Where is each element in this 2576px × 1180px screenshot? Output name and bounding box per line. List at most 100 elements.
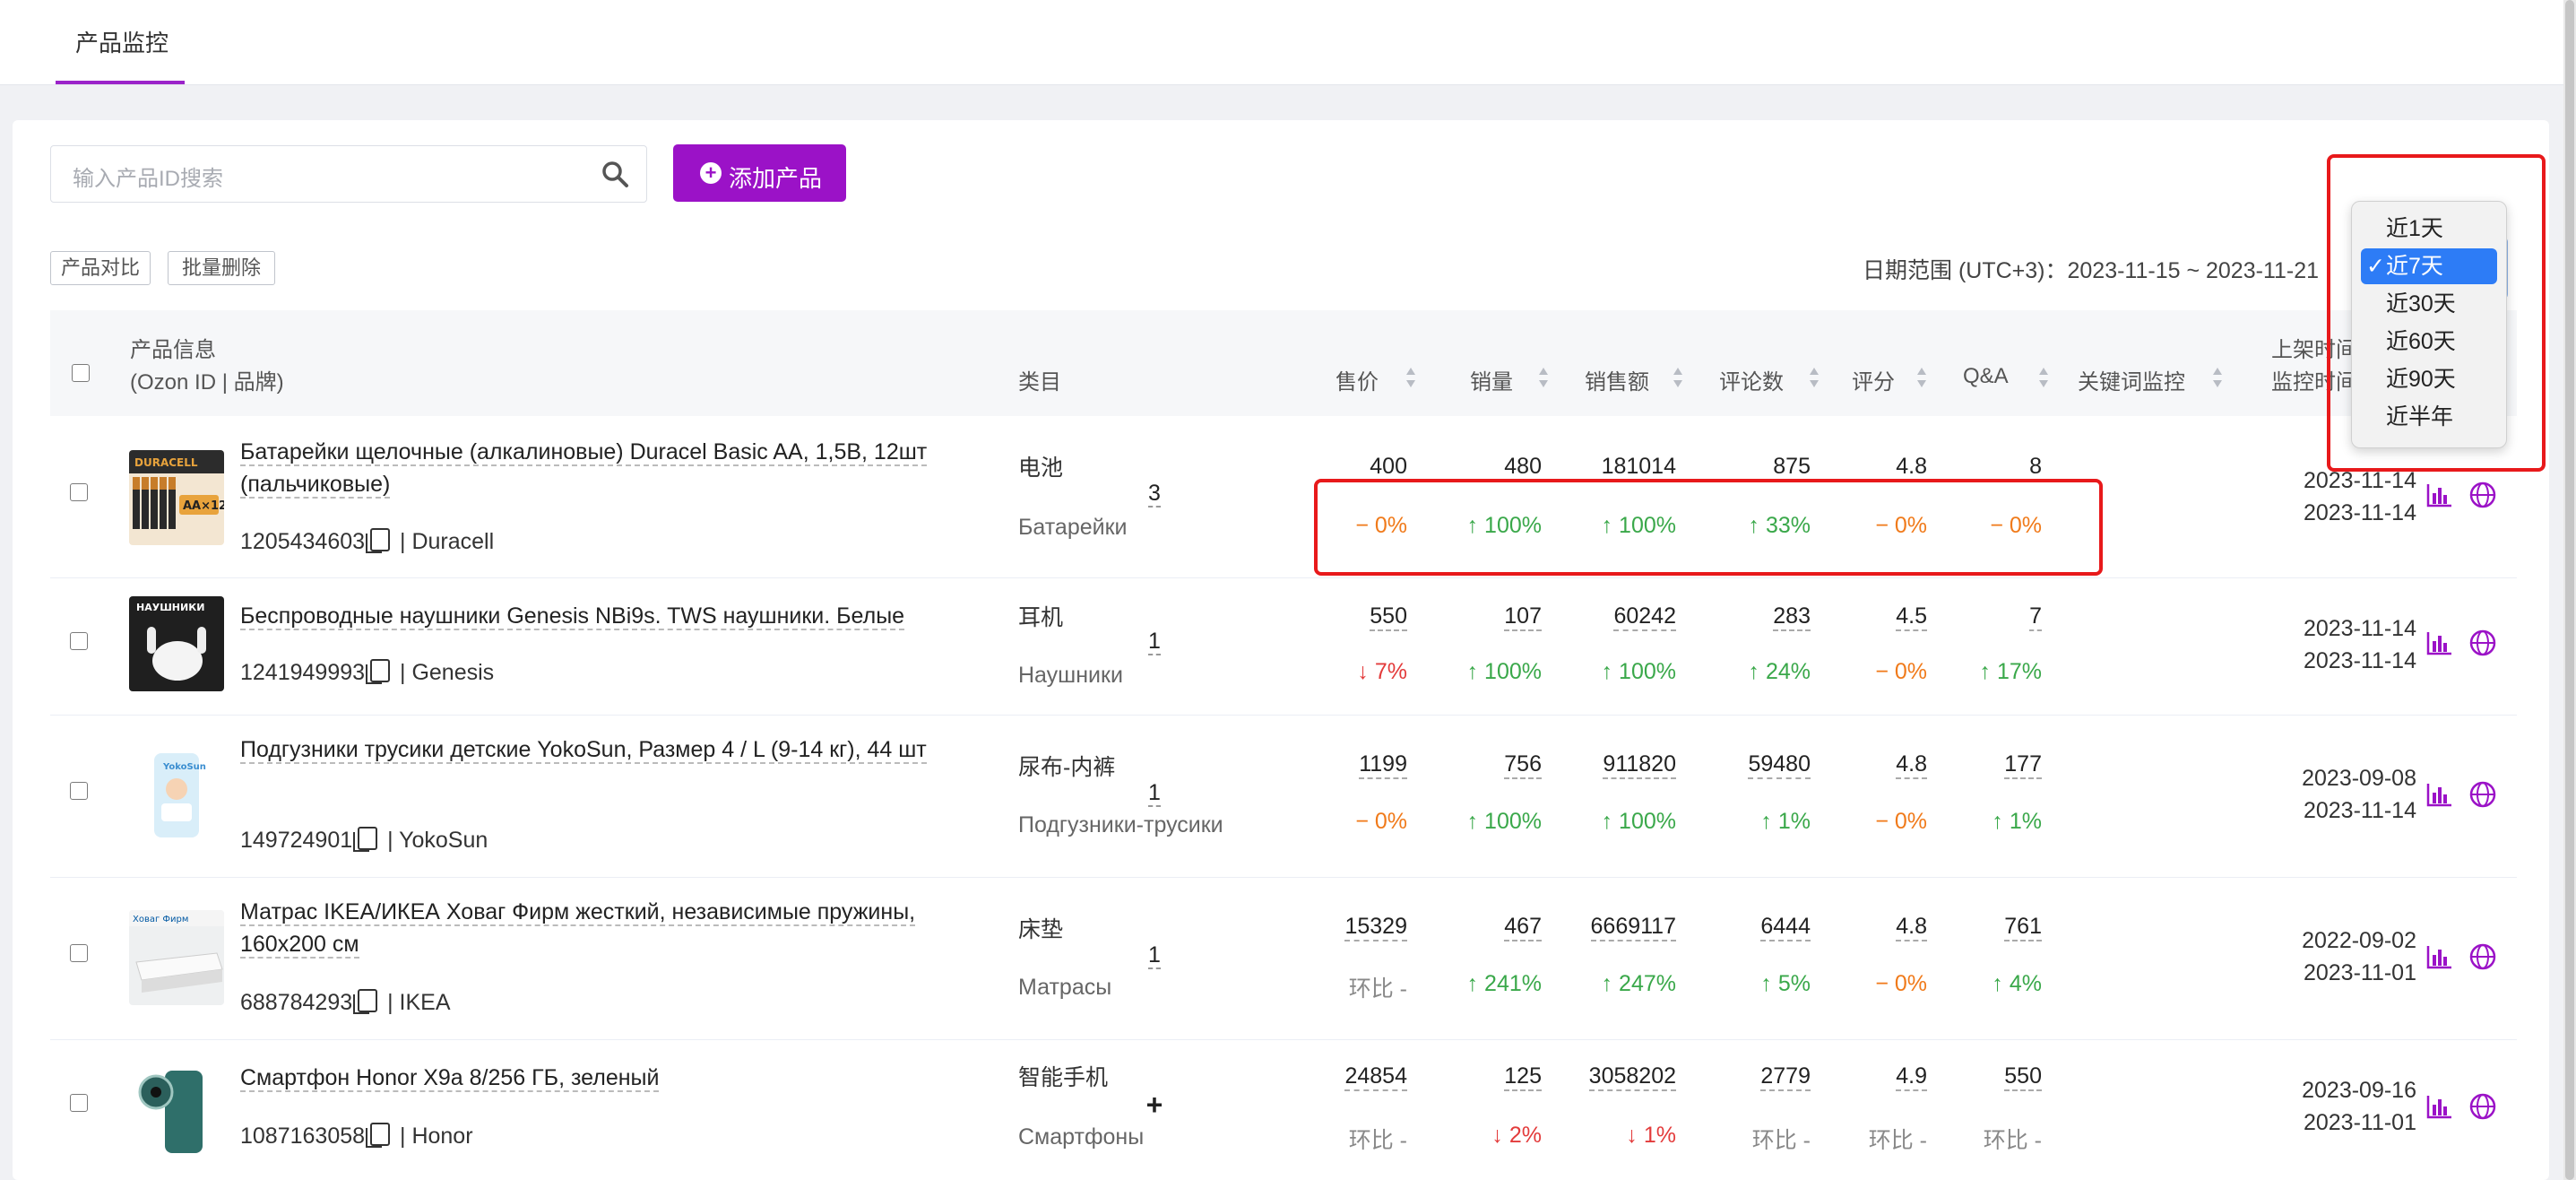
- sales-value[interactable]: 756: [1416, 751, 1542, 779]
- qa-value[interactable]: 550: [1916, 1063, 2042, 1091]
- qa-value[interactable]: 177: [1916, 751, 2042, 779]
- globe-icon[interactable]: [2468, 629, 2497, 657]
- sales-sort-icon[interactable]: [1538, 366, 1549, 391]
- price-value[interactable]: 24854: [1282, 1063, 1407, 1091]
- rating-sort-icon[interactable]: [1916, 366, 1927, 391]
- keyword-count[interactable]: 3: [1137, 481, 1172, 508]
- reviews-value[interactable]: 6444: [1685, 914, 1811, 941]
- compare-button[interactable]: 产品对比: [50, 251, 151, 285]
- row-checkbox[interactable]: [70, 483, 88, 501]
- revenue-value[interactable]: 3058202: [1551, 1063, 1676, 1091]
- reviews-value[interactable]: 2779: [1685, 1063, 1811, 1091]
- qa-value[interactable]: 7: [1916, 603, 2042, 631]
- rating-value[interactable]: 4.8: [1802, 751, 1927, 779]
- option-1-day[interactable]: 近1天: [2361, 211, 2497, 247]
- bar-chart-icon[interactable]: [2425, 780, 2454, 809]
- revenue-sort-icon[interactable]: [1673, 366, 1683, 391]
- price-value[interactable]: 400: [1282, 454, 1407, 482]
- header-sales[interactable]: 销量: [1470, 364, 1513, 395]
- product-name-link[interactable]: Беспроводные наушники Genesis NBi9s. TWS…: [240, 600, 993, 632]
- reviews-value[interactable]: 59480: [1685, 751, 1811, 779]
- header-revenue[interactable]: 销售额: [1585, 364, 1649, 395]
- row-checkbox[interactable]: [70, 782, 88, 800]
- revenue-value[interactable]: 181014: [1551, 454, 1676, 482]
- price-sort-icon[interactable]: [1405, 366, 1416, 391]
- select-all-checkbox[interactable]: [72, 364, 90, 382]
- product-name-link[interactable]: Подгузники трусики детские YokoSun, Разм…: [240, 733, 993, 766]
- rating-change: − 0%: [1875, 659, 1927, 684]
- qa-sort-icon[interactable]: [2038, 366, 2049, 391]
- product-name-link[interactable]: Батарейки щелочные (алкалиновые) Duracel…: [240, 436, 993, 500]
- header-rating[interactable]: 评分: [1852, 364, 1895, 395]
- keyword-count[interactable]: 1: [1137, 629, 1172, 655]
- option-60-days[interactable]: 近60天: [2361, 324, 2497, 360]
- globe-icon[interactable]: [2468, 481, 2497, 509]
- product-id-search-input[interactable]: 输入产品ID搜索: [50, 145, 647, 203]
- table-row[interactable]: Смартфон Honor X9a 8/256 ГБ, зеленый 108…: [50, 1040, 2517, 1180]
- globe-icon[interactable]: [2468, 1092, 2497, 1121]
- product-thumbnail[interactable]: YokoSun: [129, 748, 224, 843]
- product-thumbnail[interactable]: [129, 1065, 224, 1160]
- header-keyword[interactable]: 关键词监控: [2078, 364, 2185, 395]
- price-value[interactable]: 550: [1282, 603, 1407, 631]
- copy-icon[interactable]: [366, 1123, 391, 1148]
- copy-icon[interactable]: [353, 989, 378, 1014]
- sales-value[interactable]: 107: [1416, 603, 1542, 631]
- add-product-button[interactable]: + 添加产品: [673, 144, 846, 202]
- reviews-value[interactable]: 283: [1685, 603, 1811, 631]
- header-reviews[interactable]: 评论数: [1719, 364, 1784, 395]
- option-half-year[interactable]: 近半年: [2361, 399, 2497, 435]
- table-row[interactable]: DURACELL AA×12 Батарейки щелочные (алкал…: [50, 418, 2517, 578]
- bar-chart-icon[interactable]: [2425, 942, 2454, 971]
- product-thumbnail[interactable]: DURACELL AA×12: [129, 450, 224, 545]
- copy-icon[interactable]: [366, 659, 391, 684]
- sales-value[interactable]: 480: [1416, 454, 1542, 482]
- rating-value[interactable]: 4.8: [1802, 914, 1927, 941]
- row-checkbox[interactable]: [70, 944, 88, 962]
- qa-value[interactable]: 8: [1916, 454, 2042, 482]
- copy-icon[interactable]: [366, 528, 391, 553]
- globe-icon[interactable]: [2468, 780, 2497, 809]
- row-checkbox[interactable]: [70, 1094, 88, 1112]
- rating-value[interactable]: 4.8: [1802, 454, 1927, 482]
- page-scrollbar[interactable]: [2563, 0, 2576, 1180]
- globe-icon[interactable]: [2468, 942, 2497, 971]
- reviews-sort-icon[interactable]: [1809, 366, 1820, 391]
- product-name-link[interactable]: Матрас IKEA/ИКЕА Ховаг Фирм жесткий, нез…: [240, 896, 993, 960]
- sales-value[interactable]: 125: [1416, 1063, 1542, 1091]
- table-row[interactable]: НАУШНИКИ Беспроводные наушники Genesis N…: [50, 578, 2517, 716]
- revenue-value[interactable]: 911820: [1551, 751, 1676, 779]
- batch-delete-button[interactable]: 批量删除: [168, 251, 275, 285]
- option-90-days[interactable]: 近90天: [2361, 361, 2497, 397]
- header-qa[interactable]: Q&A: [1963, 364, 2009, 389]
- bar-chart-icon[interactable]: [2425, 1092, 2454, 1121]
- keyword-count[interactable]: 1: [1137, 780, 1172, 807]
- qa-value[interactable]: 761: [1916, 914, 2042, 941]
- keyword-count[interactable]: 1: [1137, 942, 1172, 969]
- add-keyword-button[interactable]: +: [1137, 1089, 1172, 1122]
- row-checkbox[interactable]: [70, 632, 88, 650]
- price-value[interactable]: 1199: [1282, 751, 1407, 779]
- sales-value[interactable]: 467: [1416, 914, 1542, 941]
- product-thumbnail[interactable]: Ховаг Фирм: [129, 910, 224, 1005]
- bar-chart-icon[interactable]: [2425, 629, 2454, 657]
- keyword-sort-icon[interactable]: [2212, 366, 2223, 391]
- search-icon[interactable]: [600, 159, 630, 189]
- table-row[interactable]: YokoSun Подгузники трусики детские YokoS…: [50, 716, 2517, 878]
- revenue-value[interactable]: 6669117: [1551, 914, 1676, 941]
- copy-icon[interactable]: [353, 827, 378, 852]
- rating-value[interactable]: 4.5: [1802, 603, 1927, 631]
- tab-product-monitor[interactable]: 产品监控: [56, 0, 185, 84]
- option-7-days-selected[interactable]: ✓ 近7天: [2361, 248, 2497, 284]
- product-name-link[interactable]: Смартфон Honor X9a 8/256 ГБ, зеленый: [240, 1062, 993, 1094]
- rating-value[interactable]: 4.9: [1802, 1063, 1927, 1091]
- price-value[interactable]: 15329: [1282, 914, 1407, 941]
- option-30-days[interactable]: 近30天: [2361, 286, 2497, 322]
- bar-chart-icon[interactable]: [2425, 481, 2454, 509]
- scrollbar-thumb[interactable]: [2565, 0, 2574, 1180]
- header-price[interactable]: 售价: [1336, 364, 1379, 395]
- revenue-value[interactable]: 60242: [1551, 603, 1676, 631]
- product-thumbnail[interactable]: НАУШНИКИ: [129, 596, 224, 691]
- table-row[interactable]: Ховаг Фирм Матрас IKEA/ИКЕА Ховаг Фирм ж…: [50, 878, 2517, 1040]
- reviews-value[interactable]: 875: [1685, 454, 1811, 482]
